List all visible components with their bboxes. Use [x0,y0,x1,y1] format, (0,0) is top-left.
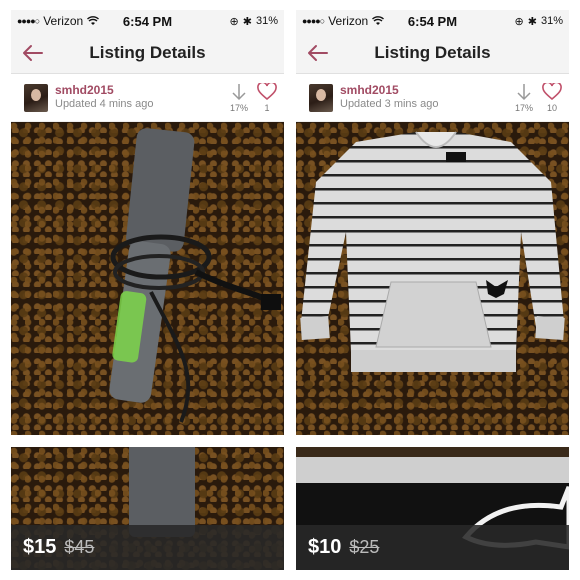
bluetooth-icon: ✱ [242,15,252,28]
original-price: $25 [349,537,380,557]
carrier-label: Verizon [43,14,84,28]
back-arrow-icon[interactable] [306,41,330,65]
straightener-top [129,447,195,537]
original-price: $45 [64,537,95,557]
seller-row: smhd2015 Updated 4 mins ago 17% 1 [11,74,284,122]
avatar[interactable] [309,84,333,112]
sweatshirt-illustration [300,131,565,372]
signal-icon: ●●●●○ [17,16,40,26]
updated-time: Updated 4 mins ago [55,98,154,110]
like-count: 1 [264,103,270,113]
current-price: $10 [308,536,342,558]
price-bar: $10 $25 [296,525,569,570]
current-price: $15 [23,536,57,558]
heart-icon [257,83,277,101]
listing-screen-right: ●●●●○ Verizon 6:54 PM ⊕ ✱ 31% Listing De… [296,10,569,570]
like-count: 10 [546,103,557,113]
rotation-lock-icon: ⊕ [514,15,524,28]
nav-bar: Listing Details [11,32,284,74]
carrier-label: Verizon [328,14,369,28]
price-drop-button[interactable]: 17% [226,83,252,113]
signal-icon: ●●●●○ [302,16,325,26]
seller-row: smhd2015 Updated 3 mins ago 17% 10 [296,74,569,122]
battery-label: 31% [255,15,278,27]
second-photo[interactable]: $15 $45 [11,447,284,570]
second-photo[interactable]: $10 $25 [296,447,569,570]
listing-screen-left: ●●●●○ Verizon 6:54 PM ⊕ ✱ 31% Listing De… [11,10,284,570]
heart-icon [542,83,562,101]
arrow-down-icon [517,84,531,101]
like-button[interactable]: 10 [539,83,565,113]
discount-percent: 17% [514,103,533,113]
hair-straightener-photo[interactable] [11,122,284,435]
seller-name[interactable]: smhd2015 [340,83,399,97]
status-bar: ●●●●○ Verizon 6:54 PM ⊕ ✱ 31% [11,10,284,32]
avatar[interactable] [24,84,48,112]
price-bar: $15 $45 [11,525,284,570]
updated-time: Updated 3 mins ago [340,98,439,110]
like-button[interactable]: 1 [254,83,280,113]
page-title: Listing Details [374,42,491,62]
bluetooth-icon: ✱ [527,15,537,28]
page-title: Listing Details [89,42,206,62]
wifi-icon [87,16,100,25]
back-arrow-icon[interactable] [21,41,45,65]
straightener-illustration [109,128,281,423]
status-bar: ●●●●○ Verizon 6:54 PM ⊕ ✱ 31% [296,10,569,32]
arrow-down-icon [232,84,246,101]
seller-name[interactable]: smhd2015 [55,83,114,97]
rotation-lock-icon: ⊕ [229,15,239,28]
price-drop-button[interactable]: 17% [511,83,537,113]
striped-sweatshirt-photo[interactable] [296,122,569,435]
battery-label: 31% [540,15,563,27]
discount-percent: 17% [229,103,248,113]
wifi-icon [372,16,385,25]
nav-bar: Listing Details [296,32,569,74]
